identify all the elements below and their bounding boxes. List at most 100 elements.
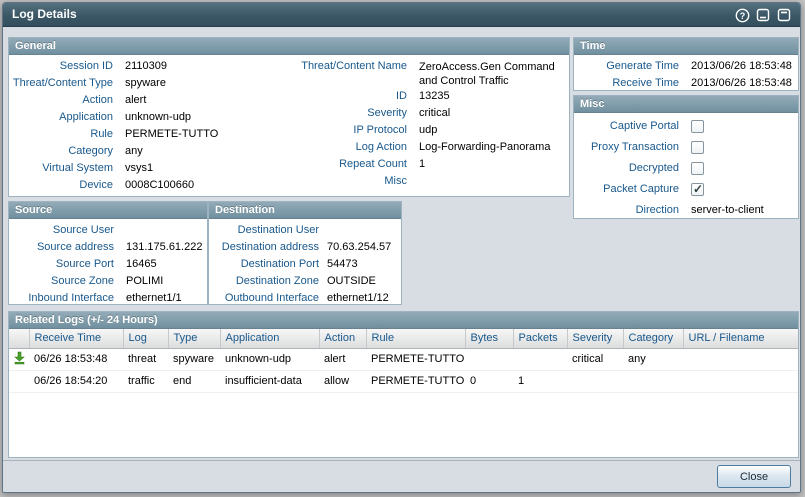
threat-content-type-label: Threat/Content Type [9,75,113,92]
misc-panel-header: Misc [574,96,798,113]
source-user-label: Source User [9,222,114,239]
captive-portal-checkbox[interactable] [691,120,704,133]
cell-url-filename [683,348,798,370]
generate-time-label: Generate Time [574,58,679,75]
application-value: unknown-udp [113,109,191,126]
source-panel: Source Source User Source address131.175… [8,201,208,305]
time-panel-header: Time [574,38,798,55]
cell-receive-time: 06/26 18:54:20 [29,370,123,392]
source-zone-value: POLIMI [114,273,163,290]
proxy-transaction-checkbox[interactable] [691,141,704,154]
outbound-interface-value: ethernet1/12 [319,290,389,307]
cell-application: insufficient-data [220,370,319,392]
destination-zone-value: OUTSIDE [319,273,376,290]
cell-severity: critical [567,348,623,370]
cell-category [623,370,683,392]
action-label: Action [9,92,113,109]
cell-type: spyware [168,348,220,370]
rule-label: Rule [9,126,113,143]
col-severity[interactable]: Severity [567,329,623,348]
col-icon [9,329,29,348]
table-row[interactable]: 06/26 18:53:48 threat spyware unknown-ud… [9,348,798,370]
destination-panel-header: Destination [209,202,401,219]
cell-url-filename [683,370,798,392]
destination-zone-label: Destination Zone [209,273,319,290]
inbound-interface-label: Inbound Interface [9,290,114,307]
threat-content-name-label: Threat/Content Name [267,58,407,75]
minimize-icon[interactable] [755,7,771,23]
session-id-label: Session ID [9,58,113,75]
packet-capture-label: Packet Capture [574,181,679,198]
packet-capture-download-icon[interactable] [13,351,26,368]
ip-protocol-label: IP Protocol [267,122,407,139]
cell-rule: PERMETE-TUTTO [366,370,465,392]
related-logs-panel: Related Logs (+/- 24 Hours) Receive Time… [8,311,799,458]
direction-value: server-to-client [679,202,764,219]
col-rule[interactable]: Rule [366,329,465,348]
action-value: alert [113,92,146,109]
cell-packets: 1 [513,370,567,392]
help-icon[interactable]: ? [734,7,750,23]
session-id-value: 2110309 [113,58,167,75]
source-port-label: Source Port [9,256,114,273]
general-panel-header: General [9,38,569,55]
source-port-value: 16465 [114,256,157,273]
maximize-icon[interactable] [776,7,792,23]
category-value: any [113,143,143,160]
direction-label: Direction [574,202,679,219]
captive-portal-label: Captive Portal [574,118,679,135]
col-bytes[interactable]: Bytes [465,329,513,348]
close-button[interactable]: Close [717,465,791,488]
log-details-dialog: Log Details ? General Session ID2110309 … [2,2,801,493]
cell-receive-time: 06/26 18:53:48 [29,348,123,370]
cell-bytes: 0 [465,370,513,392]
virtual-system-value: vsys1 [113,160,153,177]
related-logs-table: Receive Time Log Type Application Action… [9,329,798,393]
svg-text:?: ? [739,10,745,20]
source-panel-header: Source [9,202,207,219]
outbound-interface-label: Outbound Interface [209,290,319,307]
packet-capture-checkbox[interactable] [691,183,704,196]
cell-rule: PERMETE-TUTTO [366,348,465,370]
col-type[interactable]: Type [168,329,220,348]
log-action-value: Log-Forwarding-Panorama [407,139,550,156]
proxy-transaction-label: Proxy Transaction [574,139,679,156]
related-logs-panel-header: Related Logs (+/- 24 Hours) [9,312,798,329]
destination-panel: Destination Destination User Destination… [208,201,402,305]
virtual-system-label: Virtual System [9,160,113,177]
dialog-footer: Close [3,460,800,492]
col-url-filename[interactable]: URL / Filename [683,329,798,348]
cell-application: unknown-udp [220,348,319,370]
source-address-value: 131.175.61.222 [114,239,202,256]
ip-protocol-value: udp [407,122,437,139]
cell-action: alert [319,348,366,370]
dialog-title: Log Details [12,7,77,21]
cell-icon [9,370,29,392]
table-header-row: Receive Time Log Type Application Action… [9,329,798,348]
table-row[interactable]: 06/26 18:54:20 traffic end insufficient-… [9,370,798,392]
destination-port-label: Destination Port [209,256,319,273]
cell-category: any [623,348,683,370]
destination-address-label: Destination address [209,239,319,256]
general-panel: General Session ID2110309 Threat/Content… [8,37,570,197]
col-category[interactable]: Category [623,329,683,348]
decrypted-label: Decrypted [574,160,679,177]
time-panel: Time Generate Time2013/06/26 18:53:48 Re… [573,37,799,91]
cell-packets [513,348,567,370]
col-packets[interactable]: Packets [513,329,567,348]
cell-log: threat [123,348,168,370]
col-action[interactable]: Action [319,329,366,348]
col-receive-time[interactable]: Receive Time [29,329,123,348]
col-log[interactable]: Log [123,329,168,348]
threat-id-label: ID [267,88,407,105]
threat-content-type-value: spyware [113,75,166,92]
decrypted-checkbox[interactable] [691,162,704,175]
severity-value: critical [407,105,450,122]
repeat-count-label: Repeat Count [267,156,407,173]
cell-type: end [168,370,220,392]
receive-time-label: Receive Time [574,75,679,92]
col-application[interactable]: Application [220,329,319,348]
threat-content-name-value: ZeroAccess.Gen Command and Control Traff… [407,58,569,88]
cell-bytes [465,348,513,370]
cell-log: traffic [123,370,168,392]
